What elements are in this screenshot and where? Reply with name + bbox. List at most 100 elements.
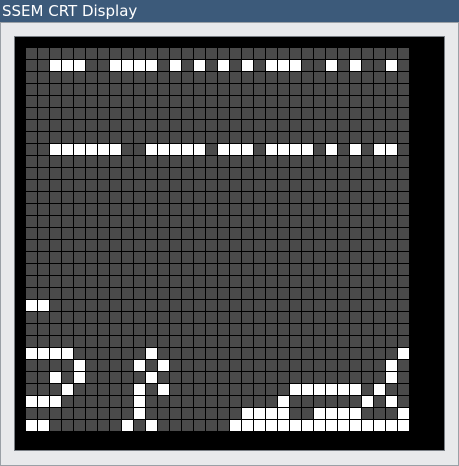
crt-bit-off <box>266 288 277 299</box>
crt-bit-off <box>206 288 217 299</box>
crt-bit-off <box>194 288 205 299</box>
crt-bit-off <box>170 312 181 323</box>
crt-bit-off <box>26 360 37 371</box>
crt-bit-off <box>386 72 397 83</box>
crt-bit-on <box>266 408 277 419</box>
crt-bit-off <box>206 264 217 275</box>
crt-bit-off <box>230 252 241 263</box>
crt-bit-off <box>302 300 313 311</box>
crt-bit-off <box>62 324 73 335</box>
crt-bit-off <box>374 240 385 251</box>
crt-bit-off <box>110 408 121 419</box>
crt-bit-off <box>386 120 397 131</box>
crt-bit-off <box>290 300 301 311</box>
crt-bit-off <box>122 84 133 95</box>
crt-bit-off <box>26 408 37 419</box>
crt-bit-off <box>182 84 193 95</box>
crt-bit-off <box>110 240 121 251</box>
crt-bit-off <box>62 372 73 383</box>
crt-bit-off <box>146 228 157 239</box>
crt-bit-off <box>266 372 277 383</box>
crt-bit-off <box>38 372 49 383</box>
crt-bit-off <box>362 228 373 239</box>
crt-bit-off <box>62 420 73 431</box>
crt-bit-on <box>230 144 241 155</box>
crt-bit-off <box>134 300 145 311</box>
crt-bit-off <box>254 60 265 71</box>
crt-bit-off <box>194 312 205 323</box>
crt-bit-off <box>374 396 385 407</box>
crt-bit-off <box>218 300 229 311</box>
crt-bit-off <box>314 240 325 251</box>
crt-bit-off <box>86 300 97 311</box>
crt-bit-off <box>254 204 265 215</box>
crt-bit-off <box>290 228 301 239</box>
crt-bit-off <box>38 48 49 59</box>
crt-bit-off <box>278 132 289 143</box>
crt-bit-on <box>362 396 373 407</box>
crt-bit-off <box>254 48 265 59</box>
crt-bit-off <box>398 336 409 347</box>
crt-bit-off <box>350 312 361 323</box>
crt-bit-off <box>38 384 49 395</box>
crt-bit-on <box>62 384 73 395</box>
crt-bit-on <box>110 60 121 71</box>
crt-bit-off <box>266 216 277 227</box>
crt-bit-off <box>386 384 397 395</box>
crt-bit-off <box>110 72 121 83</box>
crt-bit-off <box>134 120 145 131</box>
crt-bit-off <box>134 132 145 143</box>
crt-bit-on <box>374 384 385 395</box>
crt-bit-off <box>254 72 265 83</box>
crt-bit-off <box>74 228 85 239</box>
crt-bit-off <box>98 408 109 419</box>
crt-bit-off <box>158 204 169 215</box>
crt-bit-on <box>302 384 313 395</box>
crt-bit-off <box>110 396 121 407</box>
crt-bit-off <box>266 180 277 191</box>
crt-bit-off <box>110 204 121 215</box>
crt-bit-off <box>398 252 409 263</box>
crt-bit-off <box>134 336 145 347</box>
crt-bit-off <box>398 204 409 215</box>
crt-bit-off <box>110 132 121 143</box>
crt-bit-off <box>362 240 373 251</box>
crt-bit-off <box>278 300 289 311</box>
crt-bit-off <box>362 288 373 299</box>
crt-bit-off <box>338 120 349 131</box>
crt-bit-off <box>146 408 157 419</box>
crt-bit-off <box>254 156 265 167</box>
crt-bit-off <box>266 168 277 179</box>
crt-bit-on <box>242 420 253 431</box>
crt-bit-off <box>350 84 361 95</box>
crt-bit-off <box>278 324 289 335</box>
crt-bit-off <box>398 48 409 59</box>
crt-bit-off <box>374 312 385 323</box>
crt-bit-off <box>38 240 49 251</box>
crt-bit-on <box>218 144 229 155</box>
crt-bit-off <box>182 48 193 59</box>
crt-bit-off <box>326 72 337 83</box>
crt-bit-off <box>230 96 241 107</box>
crt-bit-off <box>26 48 37 59</box>
crt-bit-off <box>206 168 217 179</box>
crt-bit-off <box>110 312 121 323</box>
crt-bit-off <box>386 336 397 347</box>
crt-bit-off <box>218 348 229 359</box>
crt-bit-off <box>218 240 229 251</box>
crt-bit-off <box>398 192 409 203</box>
crt-bit-off <box>62 132 73 143</box>
crt-bit-on <box>74 372 85 383</box>
crt-bit-off <box>302 288 313 299</box>
crt-bit-on <box>314 384 325 395</box>
crt-bit-off <box>98 252 109 263</box>
crt-bit-off <box>278 108 289 119</box>
crt-bit-off <box>146 240 157 251</box>
crt-bit-off <box>386 240 397 251</box>
crt-bit-off <box>302 372 313 383</box>
crt-bit-off <box>218 132 229 143</box>
crt-bit-off <box>74 240 85 251</box>
crt-bit-on <box>302 420 313 431</box>
crt-bit-off <box>26 288 37 299</box>
crt-bit-off <box>386 108 397 119</box>
